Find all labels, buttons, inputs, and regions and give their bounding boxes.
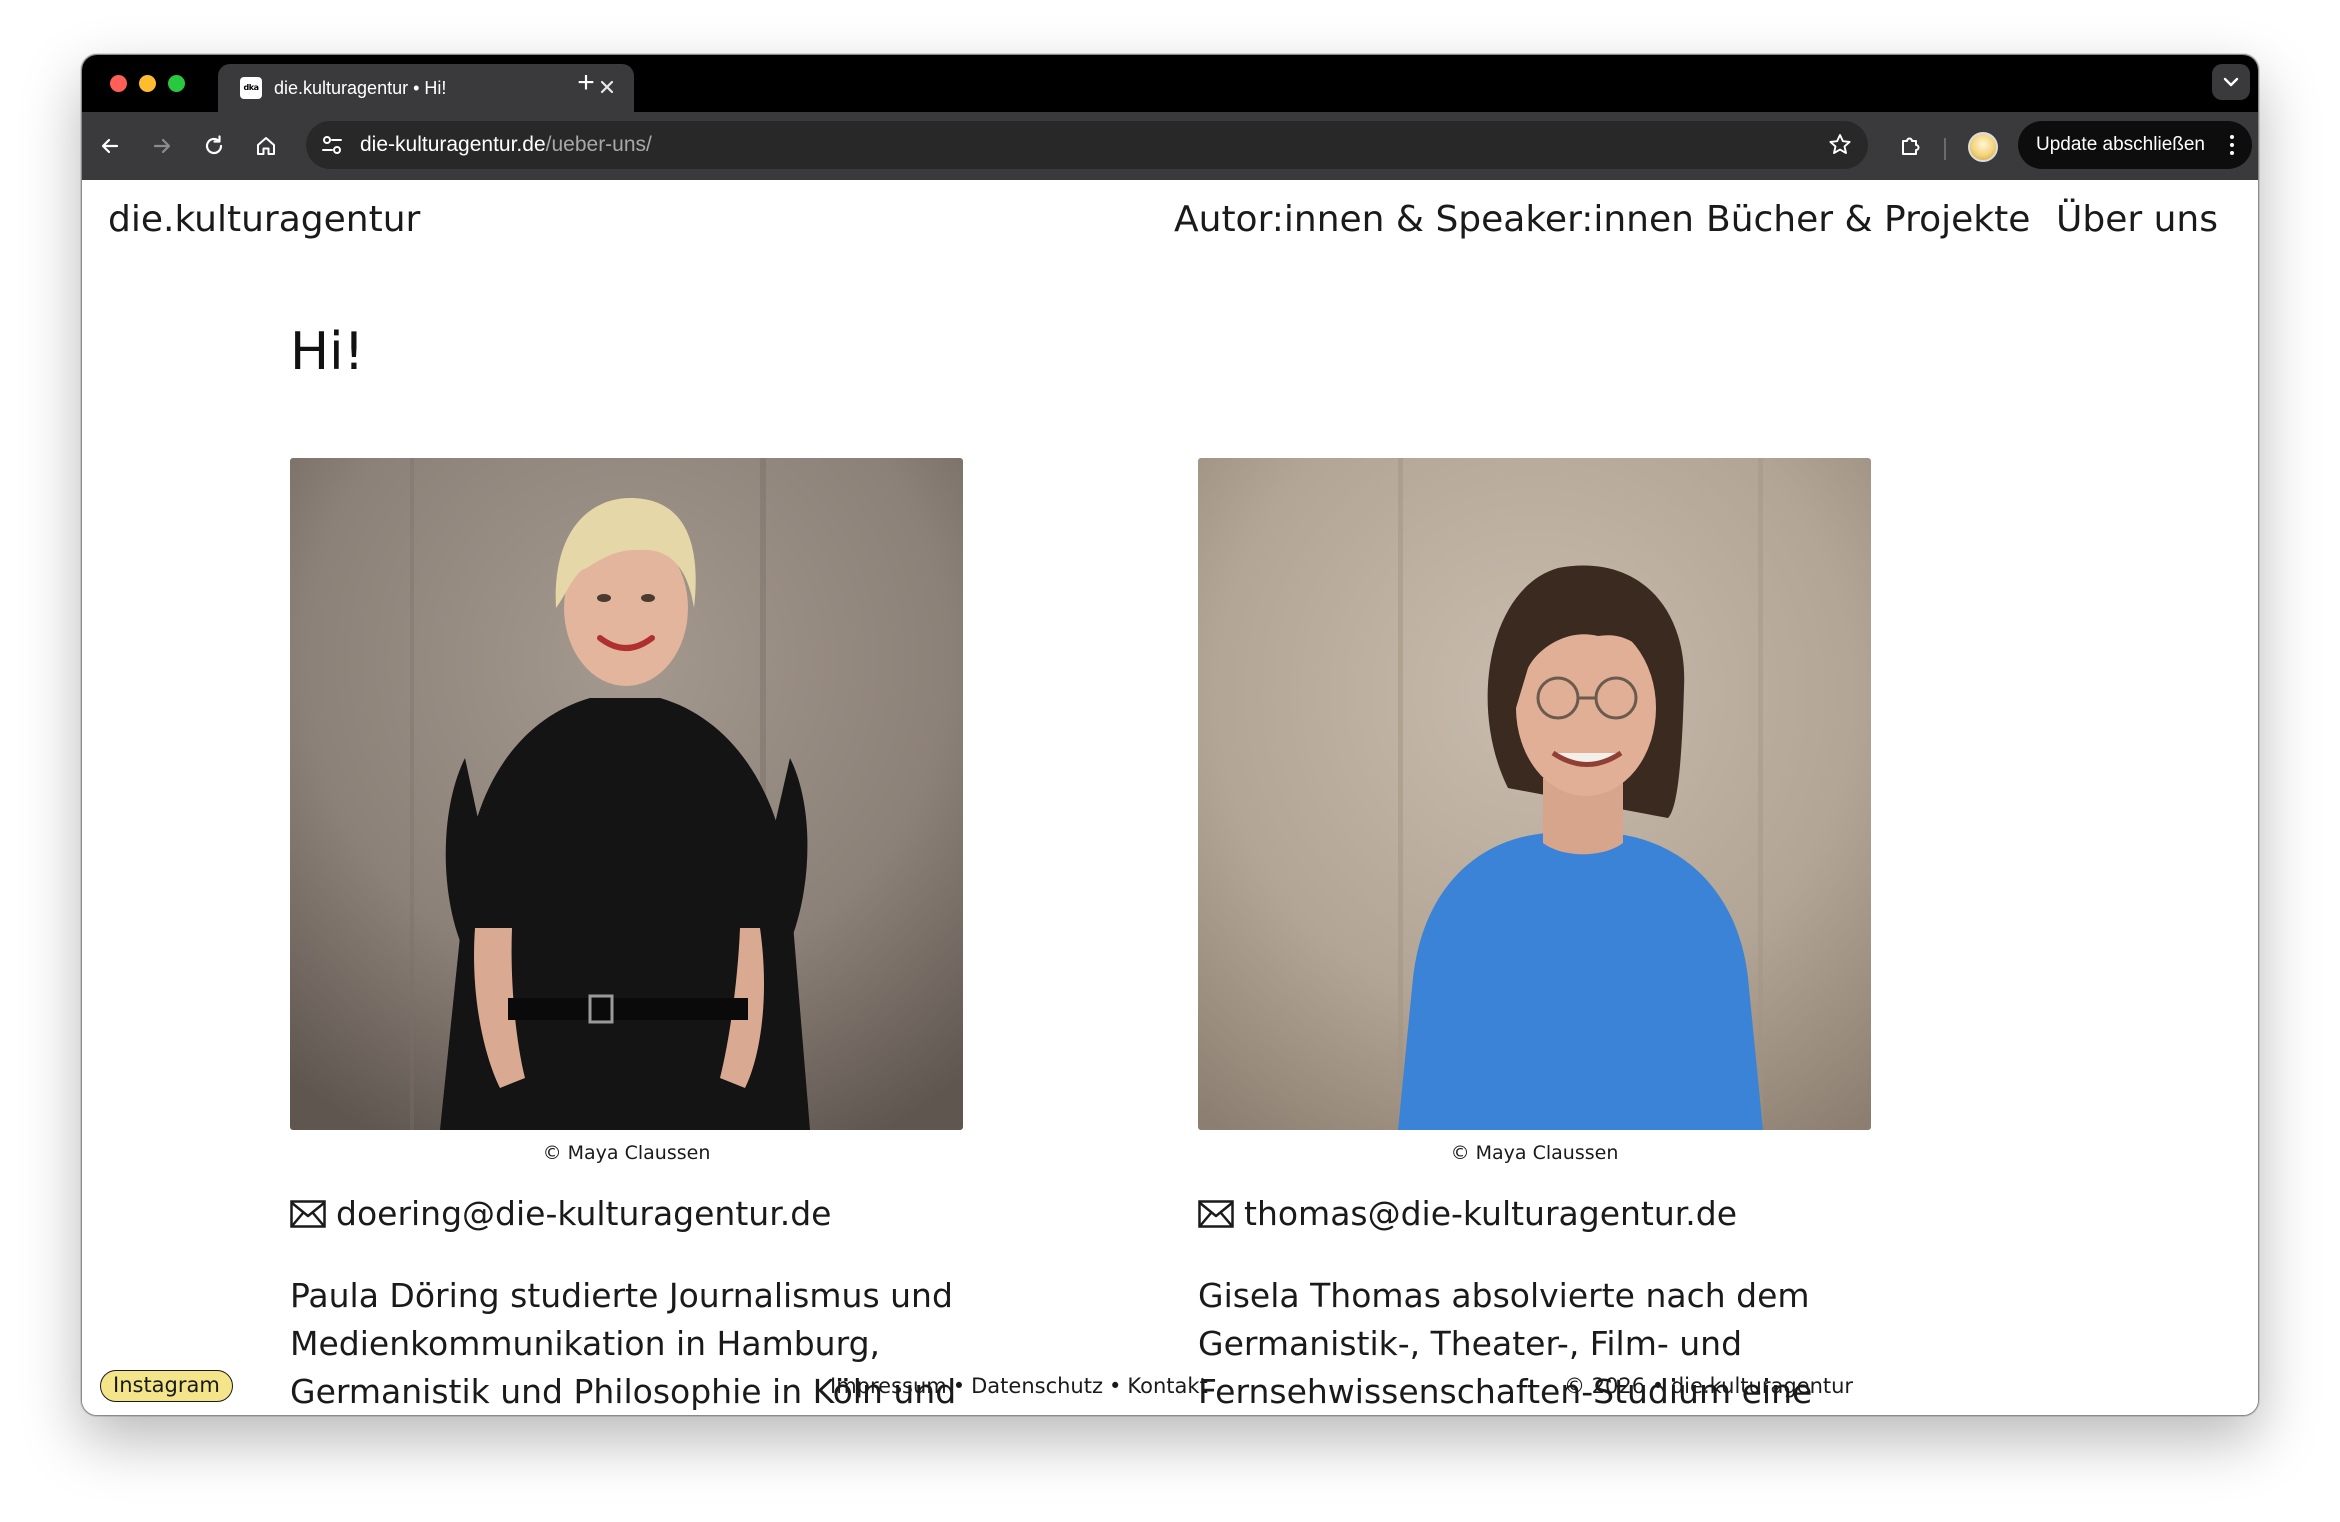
update-button[interactable]: Update abschließen [2018,121,2252,169]
url-path: /ueber-uns/ [545,133,652,156]
bookmark-star-icon[interactable] [1826,131,1854,159]
nav-books-projects[interactable]: Bücher & Projekte [1706,196,2030,244]
extensions-button[interactable] [1892,128,1928,164]
screen: dka die.kulturagentur • Hi! + die-kultur… [0,0,2340,1522]
zoom-window-button[interactable] [168,75,185,92]
site-favicon-icon: dka [240,77,262,99]
page-title: Hi! [290,322,365,382]
tab-strip: dka die.kulturagentur • Hi! + [82,55,2258,112]
tab-title: die.kulturagentur • Hi! [274,78,447,98]
envelope-icon [290,1200,326,1228]
portrait-photo-doering [290,458,963,1130]
update-button-label: Update abschließen [2036,134,2205,155]
photo-credit: © Maya Claussen [1450,1142,1619,1164]
portrait-photo-thomas [1198,458,1871,1130]
nav-authors-speakers[interactable]: Autor:innen & Speaker:innen [1174,196,1694,244]
photo-credit: © Maya Claussen [542,1142,711,1164]
forward-button[interactable] [144,128,180,164]
arrow-right-icon [153,138,171,154]
site-logo[interactable]: die.kulturagentur [108,196,420,244]
puzzle-icon [1902,137,1920,155]
nav-about-us[interactable]: Über uns [2056,196,2218,244]
home-button[interactable] [248,128,284,164]
back-button[interactable] [92,128,128,164]
address-bar[interactable]: die-kulturagentur.de/ueber-uns/ [306,121,1868,169]
new-tab-button[interactable]: + [566,63,606,103]
arrow-left-icon [101,138,119,154]
email-address: thomas@die-kulturagentur.de [1244,1194,1738,1233]
home-icon [257,137,275,155]
instagram-link[interactable]: Instagram [100,1370,233,1402]
footer-link-datenschutz[interactable]: Datenschutz [971,1374,1103,1398]
bio-line: Gisela Thomas absolvierte nach dem [1198,1276,1810,1315]
email-address: doering@die-kulturagentur.de [336,1194,832,1233]
web-page: die.kulturagentur Autor:innen & Speaker:… [82,180,2258,1415]
minimize-window-button[interactable] [139,75,156,92]
close-window-button[interactable] [110,75,127,92]
bio-line: Germanistik-, Theater-, Film- und [1198,1324,1743,1363]
url-host: die-kulturagentur.de [360,133,546,156]
envelope-icon [1198,1200,1234,1228]
more-options-icon [2230,135,2234,155]
tab-search-button[interactable] [2212,64,2250,100]
footer-separator: • [1109,1374,1122,1398]
reload-button[interactable] [196,128,232,164]
browser-toolbar: die-kulturagentur.de/ueber-uns/ Update a… [82,112,2258,180]
site-footer: Instagram Impressum • Datenschutz • Kontakt … [82,1366,2258,1406]
footer-link-kontakt[interactable]: Kontakt [1127,1374,1207,1398]
chevron-down-icon [2223,77,2239,87]
toolbar-divider [1944,138,1946,160]
browser-window: dka die.kulturagentur • Hi! + die-kultur… [81,54,2259,1416]
site-settings-icon[interactable] [318,131,346,159]
reload-icon [205,135,223,155]
bio-line: Medienkommunikation in Hamburg, [290,1324,881,1363]
profile-avatar[interactable] [1968,132,1998,162]
footer-link-impressum[interactable]: Impressum [830,1374,947,1398]
footer-separator: • [952,1374,966,1398]
footer-links: Impressum • Datenschutz • Kontakt [830,1372,1208,1400]
footer-copyright: © 2026 • die.kulturagentur [1564,1374,1854,1398]
url-text: die-kulturagentur.de/ueber-uns/ [360,132,652,158]
bio-line: Paula Döring studierte Journalismus und [290,1276,953,1315]
